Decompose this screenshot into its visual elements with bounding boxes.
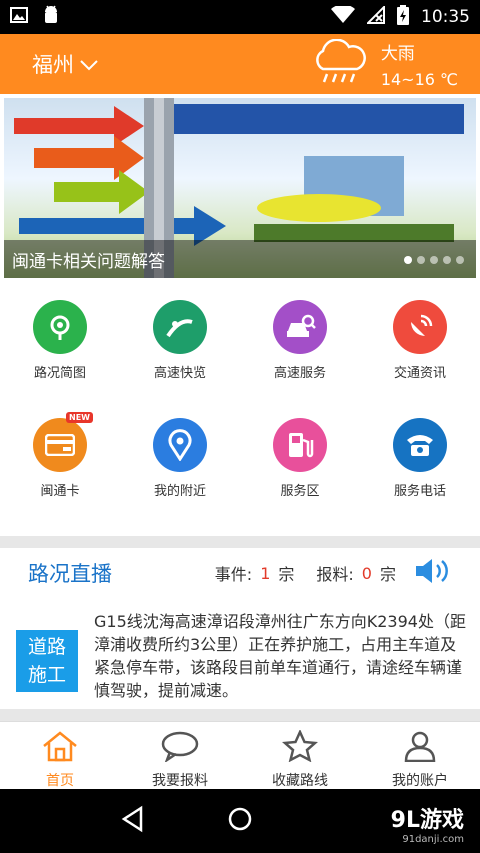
grid-item-etc-card[interactable]: NEW 闽通卡 (0, 412, 120, 536)
back-icon[interactable] (119, 805, 147, 837)
road-map-icon (33, 300, 87, 354)
grid-item-label: 高速快览 (153, 366, 206, 381)
tab-home[interactable]: 首页 (0, 722, 120, 789)
grid-item-service-phone[interactable]: 服务电话 (360, 418, 480, 536)
gas-station-icon (273, 418, 327, 472)
battery-icon (397, 5, 409, 29)
highway-icon (153, 300, 207, 354)
gallery-icon (10, 7, 28, 27)
badge-line: 道路 (27, 636, 66, 658)
grid-item-traffic-news[interactable]: 交通资讯 (360, 300, 480, 418)
bottom-tab-bar: 首页 我要报料 收藏路线 我的账户 (0, 721, 480, 789)
clock: 10:35 (421, 7, 470, 27)
weather-condition: 大雨 (380, 44, 415, 64)
city-selector[interactable]: 福州 (32, 49, 98, 79)
grid-item-label: 高速服务 (273, 366, 326, 381)
city-name: 福州 (32, 53, 74, 77)
home-icon (41, 730, 79, 766)
carousel-dot[interactable] (443, 256, 451, 264)
events-label: 事件: (214, 565, 253, 584)
grid-item-label: 闽通卡 (40, 484, 80, 499)
banner-caption[interactable]: 闽通卡相关问题解答 (12, 247, 165, 272)
new-badge: NEW (66, 412, 93, 423)
weather-widget[interactable]: 大雨 14~16 ℃ (309, 38, 458, 89)
events-count: 1 (260, 563, 271, 583)
banner-carousel[interactable]: 闽通卡相关问题解答 (4, 98, 476, 278)
section-title: 路况直播 (28, 562, 112, 586)
carousel-dot[interactable] (430, 256, 438, 264)
badge-line: 施工 (27, 664, 66, 686)
grid-item-label: 路况简图 (33, 366, 86, 381)
watermark: 9L游戏 91danji.com (391, 802, 464, 845)
reports-count: 0 (361, 563, 372, 583)
live-traffic-header: 路况直播 事件: 1 宗 报料: 0 宗 (0, 548, 480, 598)
speaker-icon[interactable] (414, 557, 452, 589)
watermark-brand: 9L游戏 (390, 808, 464, 833)
rain-cloud-icon (309, 38, 367, 89)
section-divider (0, 536, 480, 548)
tab-label: 首页 (46, 773, 74, 789)
carousel-dot[interactable] (456, 256, 464, 264)
carousel-dot[interactable] (417, 256, 425, 264)
tab-account[interactable]: 我的账户 (360, 722, 480, 789)
carousel-indicator (404, 256, 464, 264)
chevron-down-icon (80, 52, 98, 76)
section-divider (0, 709, 480, 721)
satellite-icon (393, 300, 447, 354)
grid-item-highway-service[interactable]: 高速服务 (240, 300, 360, 418)
wifi-icon (331, 4, 355, 28)
grid-item-label: 服务电话 (393, 484, 446, 499)
android-icon (42, 5, 60, 29)
tab-label: 我要报料 (152, 773, 208, 789)
star-icon (281, 728, 319, 766)
reports-label: 报料: (316, 565, 354, 584)
events-unit: 宗 (278, 565, 295, 584)
home-circle-icon[interactable] (226, 805, 254, 837)
car-search-icon (273, 300, 327, 354)
tab-label: 收藏路线 (272, 773, 328, 789)
feature-grid: 路况简图 高速快览 高速服务 交通资讯 NEW 闽通卡 我的附近 服务区 服务电… (0, 278, 480, 536)
grid-item-highway[interactable]: 高速快览 (120, 300, 240, 418)
live-stats: 事件: 1 宗 报料: 0 宗 (215, 557, 452, 589)
top-bar: 福州 大雨 14~16 ℃ (0, 34, 480, 94)
grid-item-label: 服务区 (280, 484, 320, 499)
carousel-dot[interactable] (404, 256, 412, 264)
system-nav-bar: 9L游戏 91danji.com (0, 789, 480, 853)
tab-label: 我的账户 (392, 773, 448, 789)
telephone-icon (393, 418, 447, 472)
grid-item-service-area[interactable]: 服务区 (240, 418, 360, 536)
location-pin-icon (153, 418, 207, 472)
grid-item-label: 我的附近 (153, 484, 206, 499)
tab-favorites[interactable]: 收藏路线 (240, 722, 360, 789)
signal-icon (365, 4, 385, 28)
status-bar: 10:35 (0, 0, 480, 34)
watermark-site: 91danji.com (402, 834, 464, 845)
reports-unit: 宗 (379, 565, 396, 584)
etc-card-icon: NEW (33, 412, 93, 472)
user-icon (403, 730, 437, 766)
road-work-badge: 道路 施工 (16, 630, 78, 692)
chat-bubble-icon (160, 730, 200, 766)
grid-item-label: 交通资讯 (393, 366, 446, 381)
tab-report[interactable]: 我要报料 (120, 722, 240, 789)
temperature: 14~16 ℃ (380, 70, 458, 89)
grid-item-road-map[interactable]: 路况简图 (0, 300, 120, 418)
grid-item-nearby[interactable]: 我的附近 (120, 418, 240, 536)
